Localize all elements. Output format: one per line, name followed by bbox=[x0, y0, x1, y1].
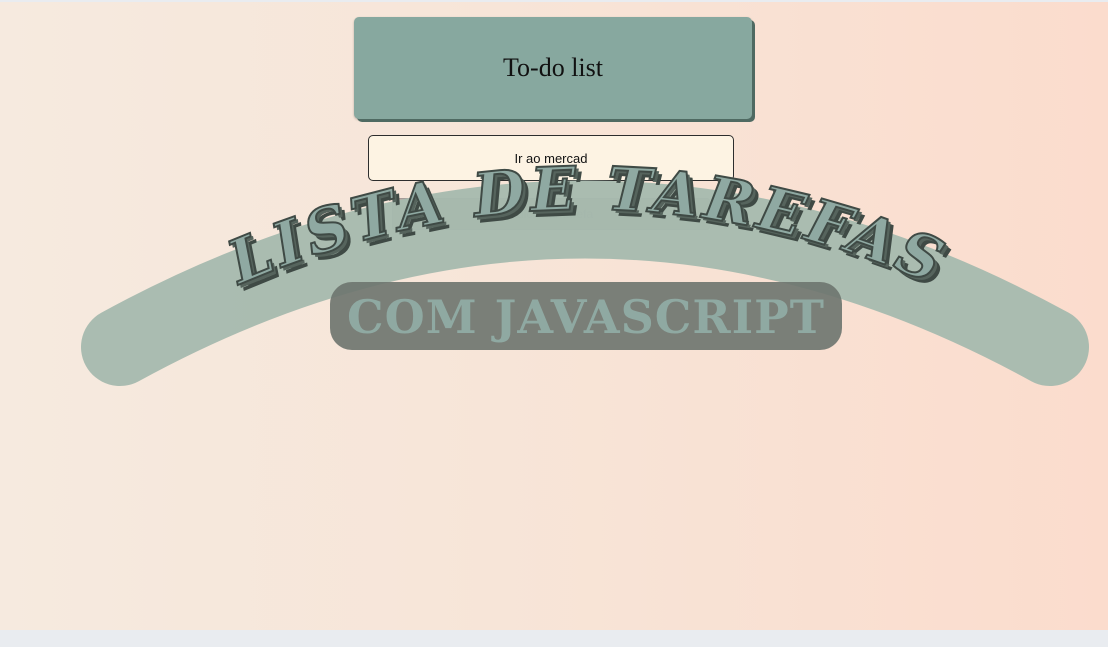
add-task-button[interactable]: Adicionar tarefa bbox=[392, 198, 710, 230]
logo-subtitle: COM JAVASCRIPT bbox=[347, 290, 825, 344]
header-card: To-do list bbox=[354, 17, 752, 119]
task-input[interactable] bbox=[368, 135, 734, 181]
page-background: To-do list Adicionar tarefa LISTA DE TAR… bbox=[0, 2, 1108, 630]
logo-subtitle-pill bbox=[330, 282, 842, 350]
logo-title-shadow: LISTA DE TAREFAS bbox=[223, 160, 963, 305]
logo-arc-band bbox=[81, 180, 1089, 386]
page-title: To-do list bbox=[502, 53, 603, 82]
